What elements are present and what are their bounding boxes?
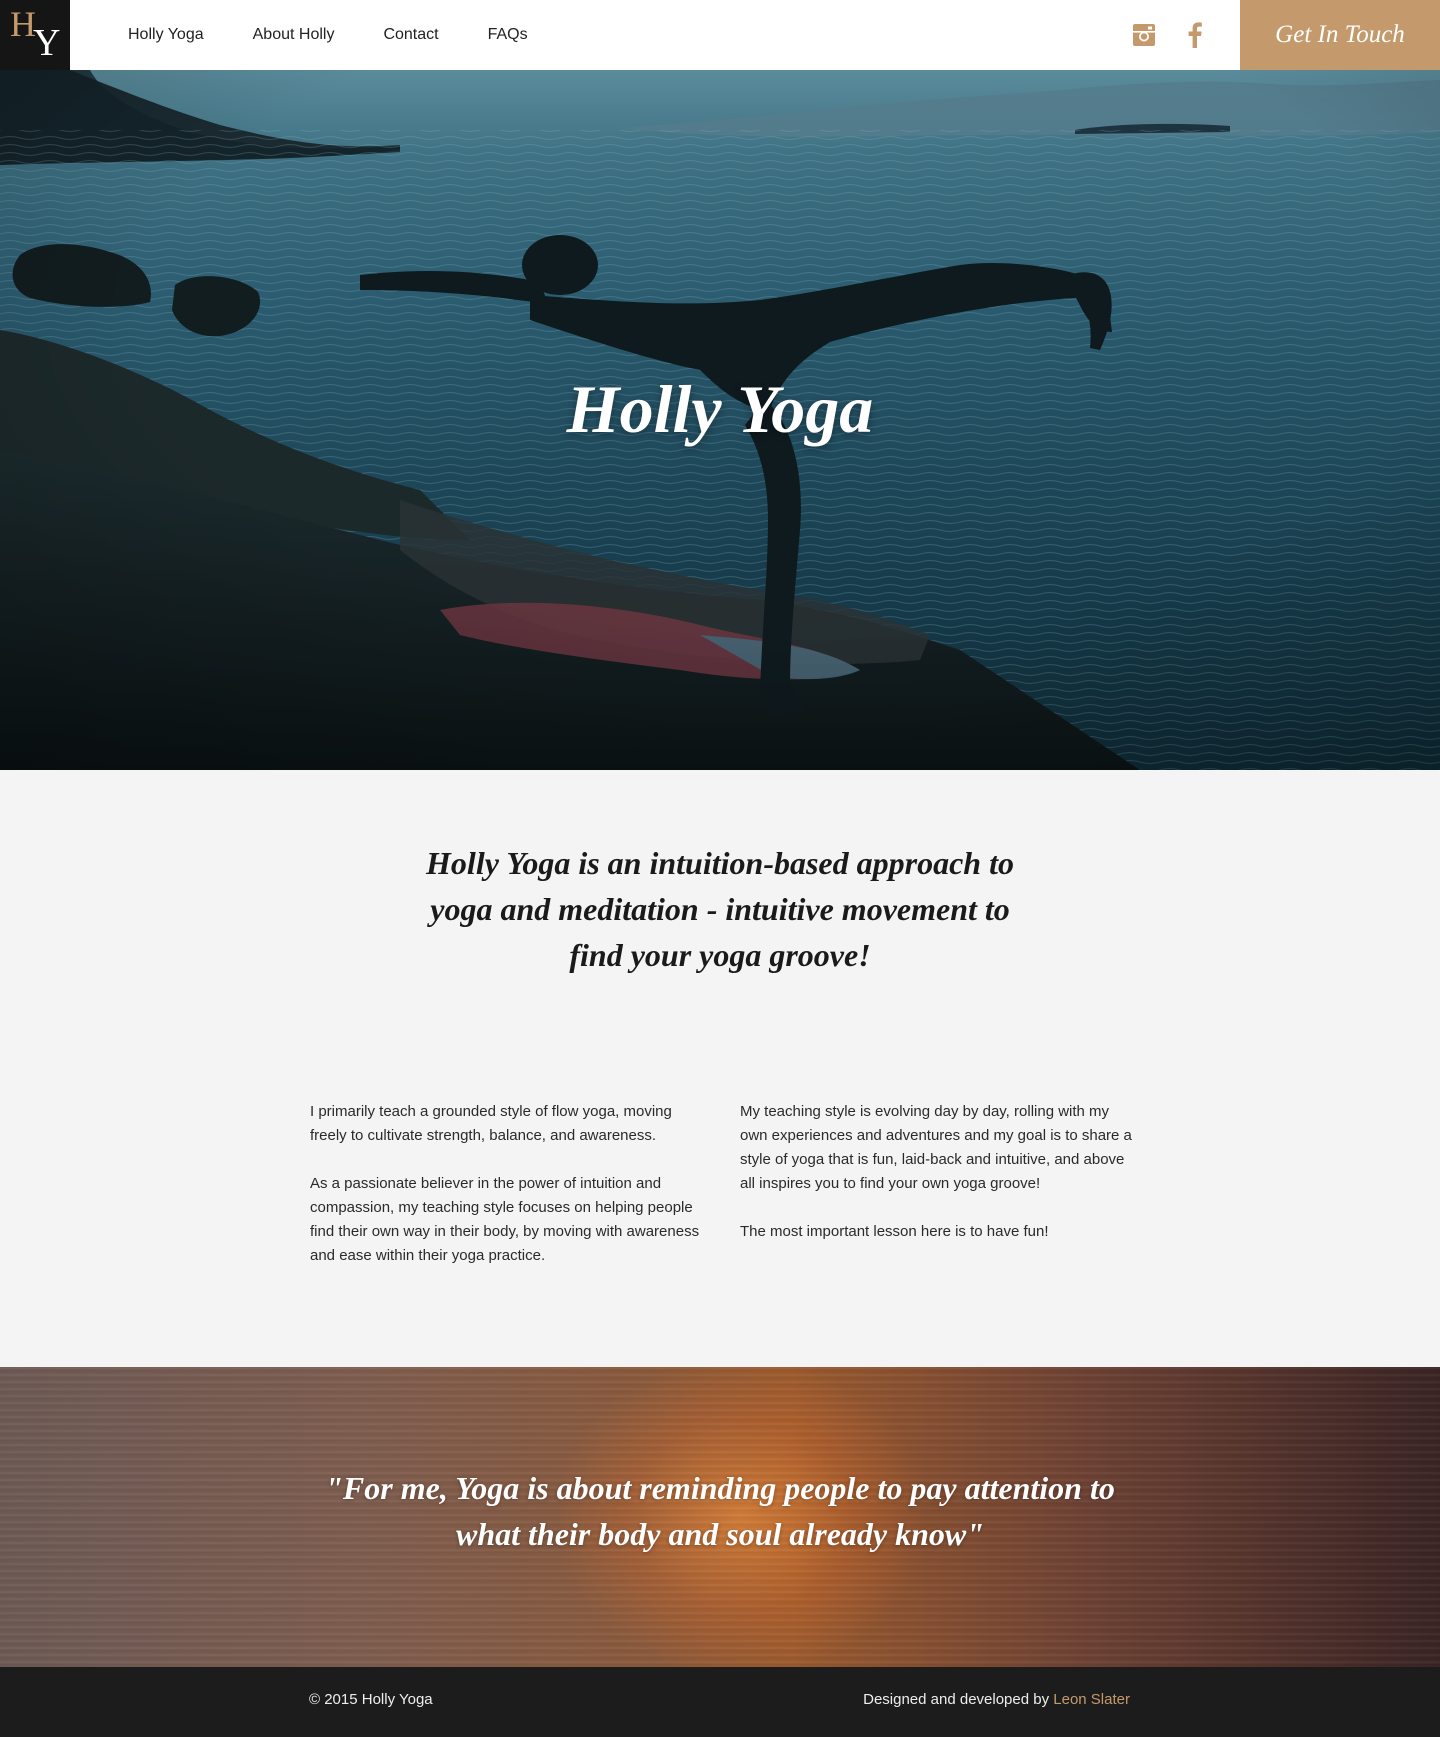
social-links — [1106, 22, 1208, 48]
site-footer: © 2015 Holly Yoga Designed and developed… — [0, 1667, 1440, 1737]
quote-banner: "For me, Yoga is about reminding people … — [0, 1367, 1440, 1667]
main-menu: Holly Yoga About Holly Contact FAQs — [128, 0, 577, 70]
intro-paragraph: My teaching style is evolving day by day… — [740, 1103, 1132, 1192]
logo-letter-y: Y — [33, 22, 61, 64]
facebook-icon[interactable] — [1182, 22, 1208, 48]
instagram-icon[interactable] — [1131, 22, 1157, 48]
nav-link-contact[interactable]: Contact — [383, 26, 438, 44]
intro-paragraph: I primarily teach a grounded style of fl… — [310, 1103, 672, 1144]
hero-banner: Holly Yoga — [0, 70, 1440, 770]
site-logo[interactable]: H Y — [0, 0, 70, 70]
get-in-touch-button[interactable]: Get In Touch — [1240, 0, 1440, 70]
nav-right: Get In Touch — [1106, 0, 1440, 70]
intro-paragraph: The most important lesson here is to hav… — [740, 1223, 1049, 1240]
copyright-text: © 2015 Holly Yoga — [309, 1691, 433, 1708]
intro-column-right: My teaching style is evolving day by day… — [740, 1100, 1135, 1244]
intro-section: Holly Yoga is an intuition-based approac… — [0, 770, 1440, 1367]
intro-column-left: I primarily teach a grounded style of fl… — [310, 1100, 705, 1268]
credit-prefix: Designed and developed by — [863, 1691, 1054, 1708]
intro-lead-heading: Holly Yoga is an intuition-based approac… — [426, 845, 1014, 973]
top-navigation: H Y Holly Yoga About Holly Contact FAQs — [0, 0, 1440, 70]
nav-link-holly-yoga[interactable]: Holly Yoga — [128, 26, 204, 44]
nav-link-faqs[interactable]: FAQs — [488, 26, 528, 44]
quote-text: "For me, Yoga is about reminding people … — [325, 1470, 1115, 1552]
intro-paragraph: As a passionate believer in the power of… — [310, 1175, 700, 1264]
footer-credit: Designed and developed by Leon Slater — [863, 1691, 1130, 1708]
hero-title: Holly Yoga — [566, 371, 874, 447]
credit-link[interactable]: Leon Slater — [1053, 1691, 1130, 1708]
nav-link-about-holly[interactable]: About Holly — [253, 26, 335, 44]
